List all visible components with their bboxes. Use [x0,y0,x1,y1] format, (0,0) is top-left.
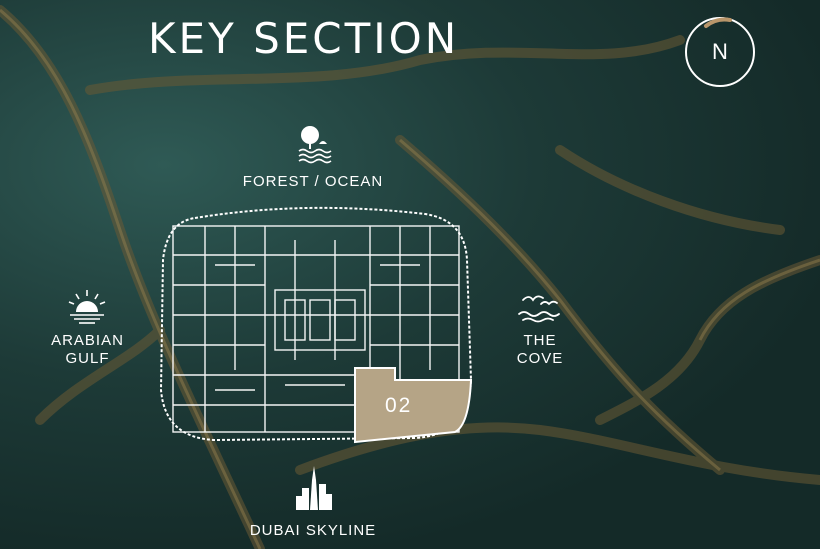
page-title: KEY SECTION [148,14,460,63]
birds-waves-icon [518,295,560,323]
direction-label-west-line1: ARABIAN [51,332,124,349]
direction-label-south: DUBAI SKYLINE [249,522,377,539]
direction-label-east-line1: THE [523,332,557,349]
sunset-sea-icon [68,290,106,324]
direction-label-east: THE COVE [505,332,575,368]
direction-label-north: FOREST / OCEAN [242,173,384,190]
compass-north-label: N [712,39,728,64]
skyline-icon [296,466,332,510]
direction-label-east-line2: COVE [516,350,564,367]
direction-label-west: ARABIAN GULF [40,332,135,368]
tree-waves-icon [298,126,332,164]
compass: N [684,16,756,88]
direction-label-west-line2: GULF [65,350,110,367]
unit-02-highlight[interactable] [354,367,473,444]
floor-plan [159,206,473,444]
unit-label: 02 [385,394,413,417]
